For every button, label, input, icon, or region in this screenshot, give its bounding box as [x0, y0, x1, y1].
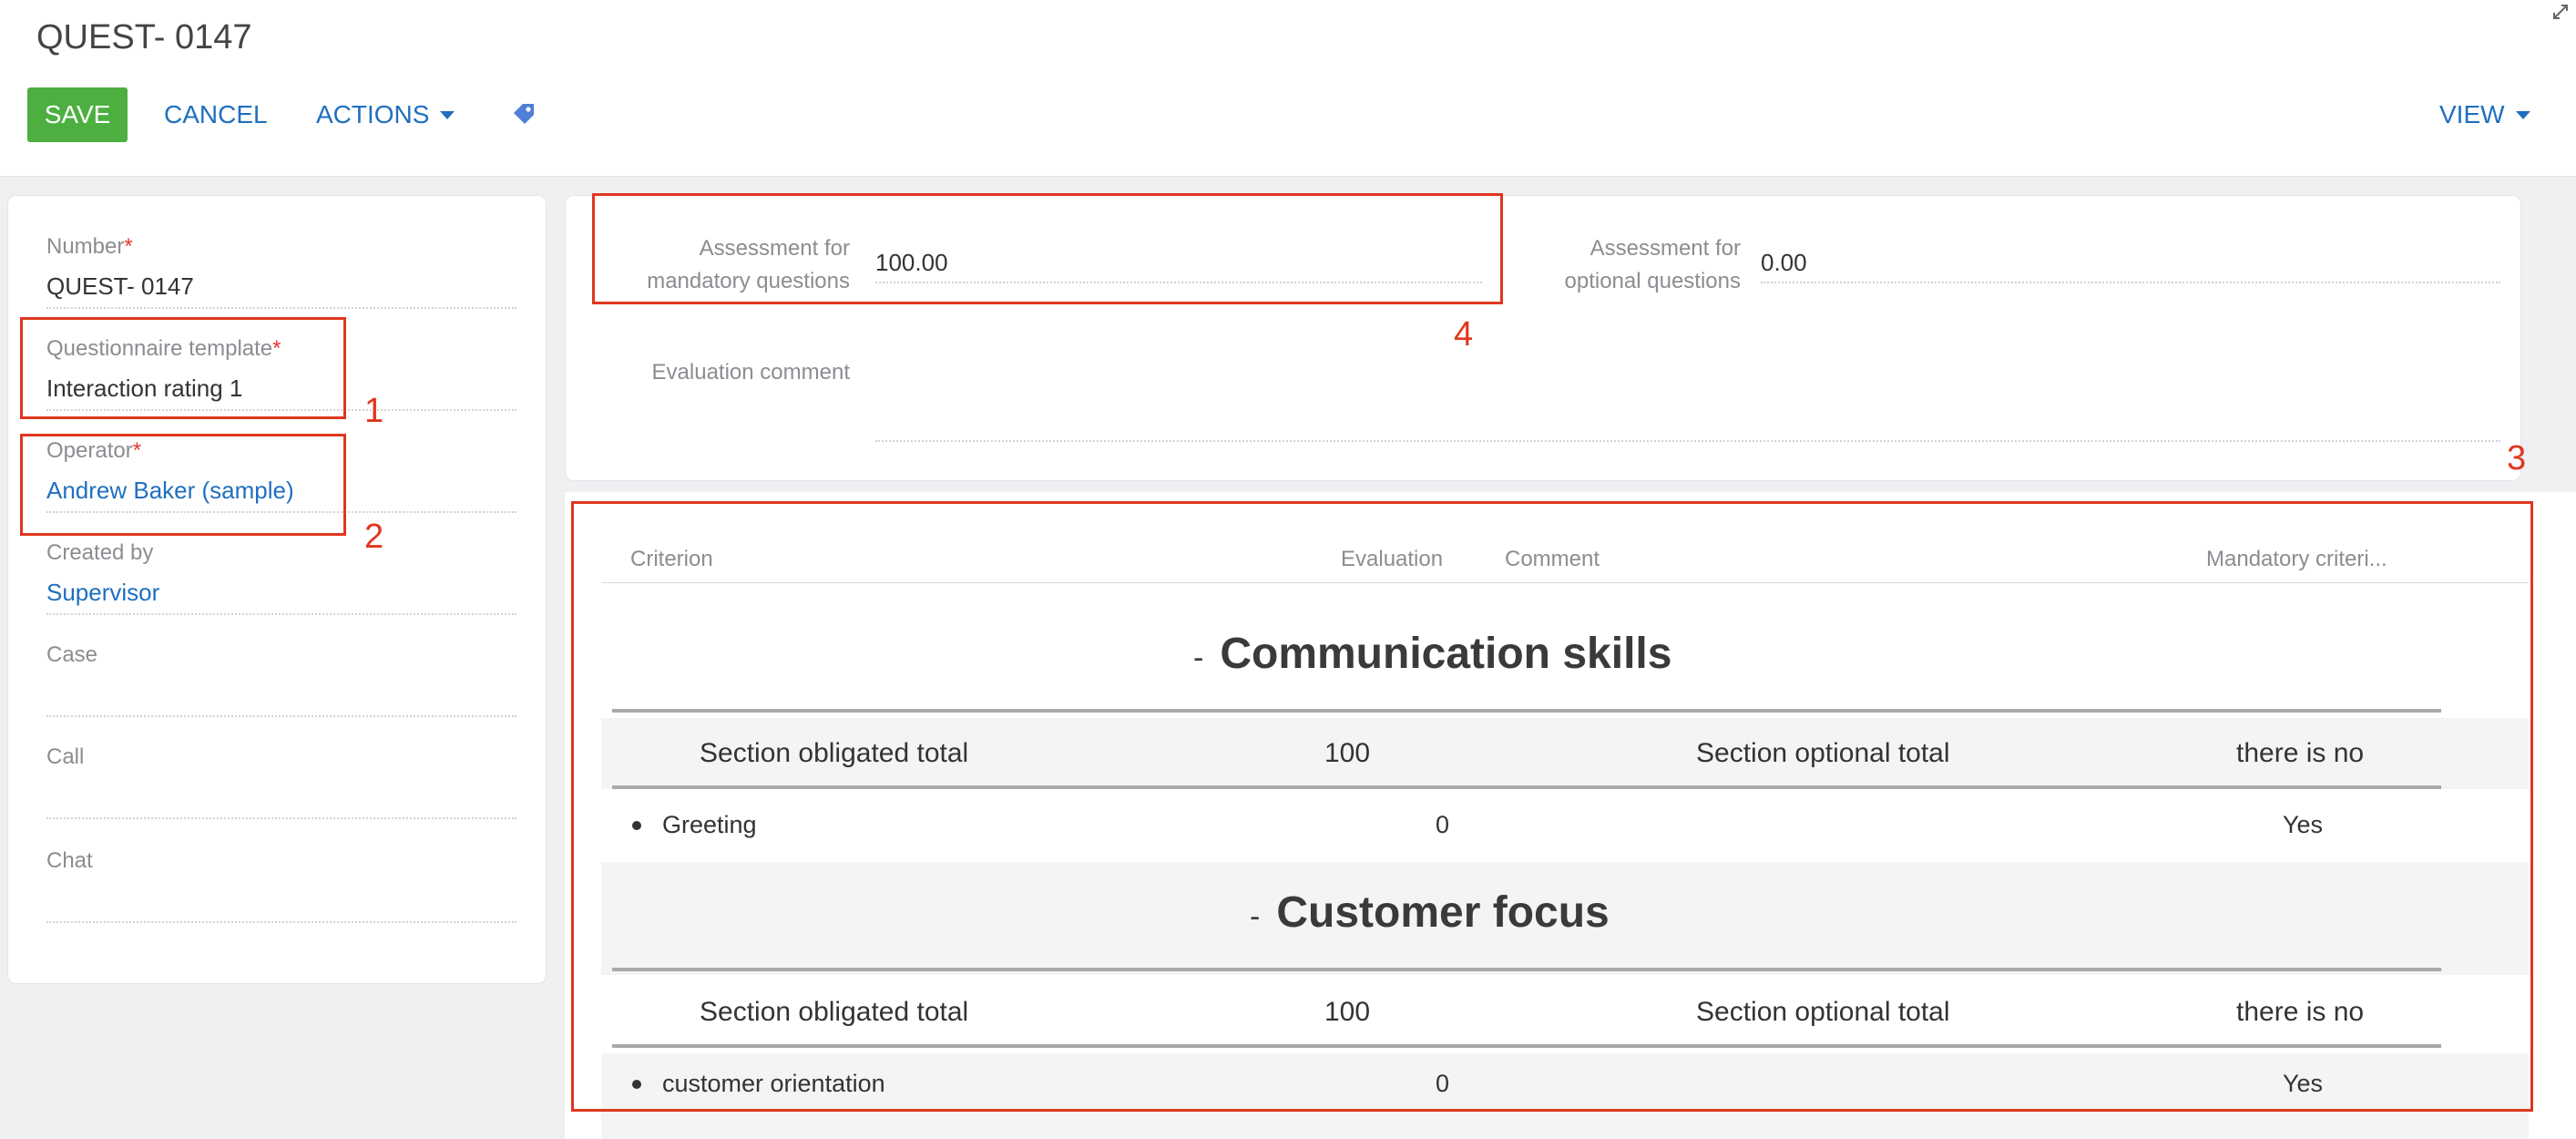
caret-down-icon [2515, 110, 2530, 119]
number-field: Number* QUEST- 0147 [46, 234, 516, 309]
call-input[interactable] [46, 779, 516, 819]
expand-icon[interactable] [2550, 2, 2571, 22]
annotation-box [571, 501, 2533, 1112]
created-by-label: Created by [46, 540, 154, 565]
cancel-button-label: CANCEL [164, 100, 268, 128]
top-toolbar: QUEST- 0147 SAVE CANCEL ACTIONS VIEW [0, 0, 2576, 177]
created-by-link[interactable]: Supervisor [46, 575, 516, 615]
annotation-number: 2 [364, 518, 384, 556]
case-field: Case [46, 642, 516, 717]
annotation-box [592, 193, 1503, 304]
page-title: QUEST- 0147 [36, 18, 252, 56]
record-details-panel: Number* QUEST- 0147 Questionnaire templa… [7, 195, 547, 984]
call-label: Call [46, 744, 85, 769]
annotation-number: 1 [364, 392, 384, 430]
annotation-number: 3 [2507, 439, 2527, 477]
annotation-box [20, 434, 346, 536]
actions-dropdown[interactable]: ACTIONS [316, 87, 455, 142]
chat-label: Chat [46, 848, 93, 873]
case-input[interactable] [46, 677, 516, 717]
actions-dropdown-label: ACTIONS [316, 100, 430, 128]
created-by-field: Created by Supervisor [46, 540, 516, 615]
save-button[interactable]: SAVE [27, 87, 128, 142]
number-label: Number* [46, 234, 133, 259]
case-label: Case [46, 642, 98, 667]
cancel-button[interactable]: CANCEL [164, 87, 268, 142]
chat-field: Chat [46, 848, 516, 923]
call-field: Call [46, 744, 516, 819]
optional-assessment-label: Assessment for optional questions [1564, 236, 1741, 293]
view-dropdown-label: VIEW [2439, 100, 2505, 128]
optional-assessment-value[interactable]: 0.00 [1761, 243, 2500, 283]
annotation-number: 4 [1454, 315, 1474, 354]
tag-icon[interactable] [510, 100, 537, 128]
number-input[interactable]: QUEST- 0147 [46, 269, 516, 309]
evaluation-comment-input[interactable] [875, 402, 2500, 442]
chat-input[interactable] [46, 883, 516, 923]
annotation-box [20, 317, 346, 419]
evaluation-comment-label: Evaluation comment [651, 360, 850, 385]
view-dropdown[interactable]: VIEW [2439, 87, 2530, 142]
caret-down-icon [440, 110, 455, 119]
